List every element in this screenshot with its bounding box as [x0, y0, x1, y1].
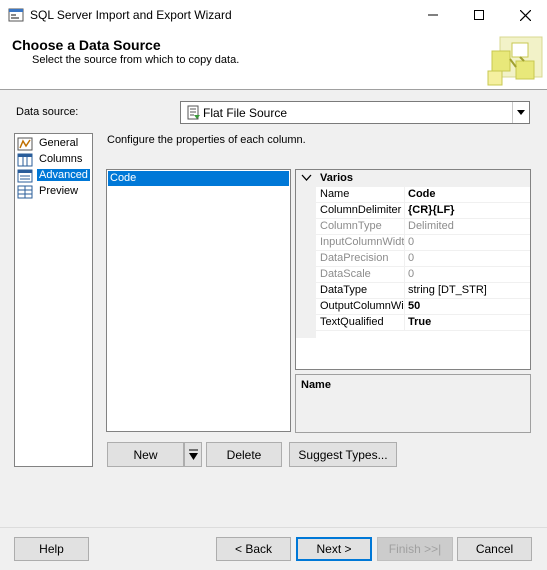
property-value[interactable]: Code: [408, 188, 436, 200]
property-description-title: Name: [301, 379, 331, 391]
nav-item-general[interactable]: General: [17, 136, 91, 152]
property-grid[interactable]: Varios Name Code ColumnDelimiter {CR}{LF…: [295, 169, 531, 370]
data-source-value: Flat File Source: [203, 106, 288, 120]
nav-item-label: Advanced: [37, 169, 90, 181]
property-value[interactable]: True: [408, 316, 431, 328]
property-name: ColumnType: [320, 220, 382, 232]
property-name: DataScale: [320, 268, 371, 280]
suggest-types-button[interactable]: Suggest Types...: [289, 442, 397, 467]
chevron-down-icon: [188, 449, 198, 460]
property-row-data-precision[interactable]: DataPrecision 0: [316, 251, 530, 267]
nav-item-advanced[interactable]: Advanced: [17, 168, 91, 184]
footer-divider: [0, 527, 547, 528]
property-row-column-delimiter[interactable]: ColumnDelimiter {CR}{LF}: [316, 203, 530, 219]
property-value: 0: [408, 236, 415, 248]
property-value[interactable]: string [DT_STR]: [408, 284, 487, 296]
property-description-panel: Name: [295, 374, 531, 433]
data-source-dropdown[interactable]: Flat File Source: [180, 101, 530, 124]
maximize-icon: [474, 10, 484, 20]
finish-button[interactable]: Finish >>|: [377, 537, 453, 561]
wizard-header: Choose a Data Source Select the source f…: [0, 30, 547, 90]
chevron-down-icon: [517, 110, 525, 115]
property-row-column-type[interactable]: ColumnType Delimited: [316, 219, 530, 235]
property-row-input-column-width[interactable]: InputColumnWidth 0: [316, 235, 530, 251]
page-nav: General Columns Advanced Preview: [14, 133, 93, 467]
property-row-output-column-width[interactable]: OutputColumnWidth 50: [316, 299, 530, 315]
nav-item-columns[interactable]: Columns: [17, 152, 91, 168]
columns-icon: [17, 152, 33, 168]
preview-icon: [17, 184, 33, 200]
property-value[interactable]: 50: [408, 300, 420, 312]
nav-item-label: Preview: [39, 185, 79, 197]
list-item[interactable]: Code: [108, 171, 289, 186]
close-icon: [519, 9, 531, 21]
property-row-data-type[interactable]: DataType string [DT_STR]: [316, 283, 530, 299]
property-name: ColumnDelimiter: [320, 204, 402, 216]
new-column-dropdown-button[interactable]: [184, 442, 202, 467]
property-name: TextQualified: [320, 316, 384, 328]
wizard-logo-icon: [486, 33, 547, 89]
property-value: Delimited: [408, 220, 454, 232]
help-button[interactable]: Help: [14, 537, 89, 561]
nav-item-preview[interactable]: Preview: [17, 184, 91, 200]
dropdown-arrow-button[interactable]: [512, 102, 529, 123]
property-name: Name: [320, 188, 350, 200]
property-category-label: Varios: [320, 172, 354, 184]
property-row-data-scale[interactable]: DataScale 0: [316, 267, 530, 283]
wizard-app-icon: [8, 7, 24, 23]
next-button[interactable]: Next >: [296, 537, 372, 561]
column-list[interactable]: Code: [106, 169, 291, 432]
new-column-button[interactable]: New: [107, 442, 184, 467]
property-row-text-qualified[interactable]: TextQualified True: [316, 315, 530, 331]
close-button[interactable]: [502, 0, 547, 30]
minimize-icon: [428, 14, 438, 16]
nav-item-label: Columns: [39, 153, 83, 165]
property-name: OutputColumnWidth: [320, 300, 404, 312]
property-value[interactable]: {CR}{LF}: [408, 204, 454, 216]
nav-item-label: General: [39, 137, 79, 149]
property-category[interactable]: Varios: [296, 170, 530, 187]
back-button[interactable]: < Back: [216, 537, 291, 561]
page-title: Choose a Data Source: [12, 37, 161, 53]
minimize-button[interactable]: [410, 0, 456, 30]
flat-file-icon: [185, 105, 201, 121]
property-gutter: [296, 187, 316, 338]
maximize-button[interactable]: [456, 0, 502, 30]
property-row-name[interactable]: Name Code: [316, 187, 530, 203]
instruction-text: Configure the properties of each column.: [107, 134, 306, 146]
delete-column-button[interactable]: Delete: [206, 442, 282, 467]
general-icon: [17, 136, 33, 152]
property-name: InputColumnWidth: [320, 236, 404, 248]
property-name: DataType: [320, 284, 368, 296]
title-bar: SQL Server Import and Export Wizard: [0, 0, 547, 30]
property-name: DataPrecision: [320, 252, 389, 264]
window-title: SQL Server Import and Export Wizard: [30, 8, 232, 22]
property-value: 0: [408, 268, 415, 280]
chevron-down-icon[interactable]: [301, 172, 312, 183]
property-value: 0: [408, 252, 415, 264]
cancel-button[interactable]: Cancel: [457, 537, 532, 561]
data-source-label: Data source:: [16, 106, 79, 118]
advanced-icon: [17, 168, 33, 184]
page-subtitle: Select the source from which to copy dat…: [32, 54, 240, 66]
